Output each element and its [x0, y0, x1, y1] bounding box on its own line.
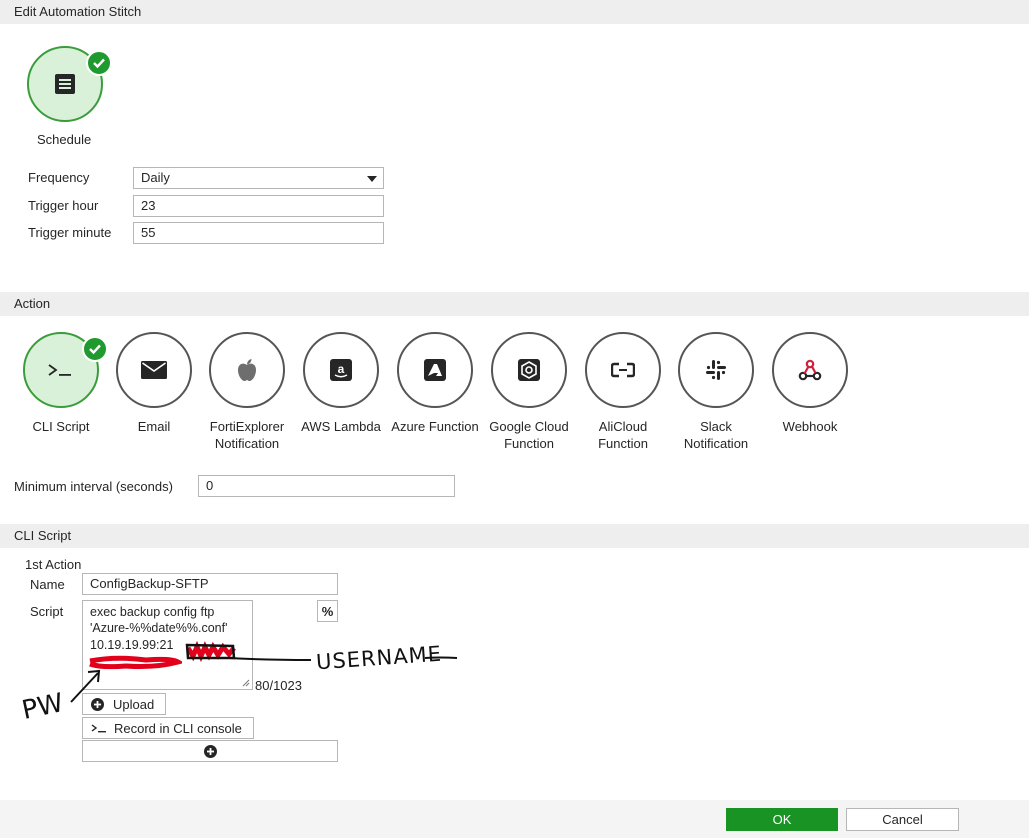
action-label-cli-script: CLI Script	[32, 419, 90, 434]
action-label-aws-lambda: AWS Lambda	[301, 419, 381, 434]
schedule-icon	[55, 74, 75, 94]
variable-percent-button[interactable]: %	[317, 600, 338, 622]
apple-icon	[238, 359, 256, 381]
action-number-title: 1st Action	[25, 557, 82, 572]
action-label-google-cloud-function: Google Cloud Function	[489, 419, 569, 451]
trigger-minute-label: Trigger minute	[28, 225, 112, 240]
action-google-cloud-function-button[interactable]	[491, 332, 567, 408]
trigger-minute-input[interactable]: 55	[133, 222, 384, 244]
frequency-value: Daily	[141, 170, 170, 185]
action-label-azure-function: Azure Function	[391, 419, 479, 434]
action-section-title: Action	[14, 296, 51, 311]
amazon-icon: a	[330, 359, 352, 381]
trigger-hour-input[interactable]: 23	[133, 195, 384, 217]
azure-icon	[424, 359, 446, 381]
trigger-hour-label: Trigger hour	[28, 198, 99, 213]
annotation-arrow-pw	[70, 669, 101, 703]
slack-icon	[706, 360, 726, 380]
action-label-slack-notification: Slack Notification	[683, 419, 749, 451]
chevron-down-icon	[367, 176, 377, 182]
trigger-name: Schedule	[37, 132, 92, 147]
frequency-select[interactable]: Daily	[133, 167, 384, 189]
record-button-label: Record in CLI console	[114, 720, 242, 736]
action-label-webhook: Webhook	[782, 419, 838, 434]
trigger-selected-check-icon	[86, 50, 112, 76]
script-line: exec backup config ftp	[90, 605, 215, 619]
window-title-bar: Edit Automation Stitch	[0, 0, 1029, 24]
script-label: Script	[30, 604, 64, 619]
envelope-icon	[141, 361, 167, 379]
action-label-fortiexplorer: FortiExplorer Notification	[209, 419, 285, 451]
action-azure-function-button[interactable]	[397, 332, 473, 408]
alicloud-icon	[611, 362, 635, 378]
webhook-icon	[798, 359, 822, 381]
name-label: Name	[30, 577, 65, 592]
min-interval-input[interactable]: 0	[198, 475, 455, 497]
action-label-email: Email	[137, 419, 171, 434]
annotation-pw-text: PW	[19, 688, 67, 726]
plus-circle-icon	[203, 744, 217, 758]
action-alicloud-function-button[interactable]	[585, 332, 661, 408]
frequency-label: Frequency	[28, 170, 90, 185]
action-section-header: Action	[0, 292, 1029, 316]
cli-script-section-title: CLI Script	[14, 528, 72, 543]
script-line: 'Azure-%%date%%.conf'	[90, 621, 228, 635]
google-cloud-icon	[518, 359, 540, 381]
name-input[interactable]: ConfigBackup-SFTP	[82, 573, 338, 595]
upload-button-label: Upload	[113, 696, 155, 712]
svg-text:a: a	[338, 362, 345, 376]
cli-script-section-header: CLI Script	[0, 524, 1029, 548]
cancel-button[interactable]: Cancel	[846, 808, 959, 831]
action-label-alicloud-function: AliCloud Function	[598, 419, 648, 451]
action-selected-check-icon	[82, 336, 108, 362]
ok-button[interactable]: OK	[726, 808, 838, 831]
textarea-resize-handle-icon[interactable]	[240, 677, 250, 687]
min-interval-label: Minimum interval (seconds)	[14, 479, 173, 494]
add-action-button[interactable]	[82, 740, 338, 762]
percent-button-label: %	[321, 603, 334, 619]
terminal-icon	[91, 724, 106, 733]
action-webhook-button[interactable]	[772, 332, 848, 408]
action-slack-notification-button[interactable]	[678, 332, 754, 408]
action-email-button[interactable]	[116, 332, 192, 408]
script-char-count: 80/1023	[255, 678, 302, 693]
terminal-icon	[48, 364, 71, 376]
action-aws-lambda-button[interactable]: a	[303, 332, 379, 408]
script-line: 10.19.19.99:21	[90, 638, 174, 652]
window-title: Edit Automation Stitch	[14, 4, 142, 19]
record-in-cli-console-button[interactable]: Record in CLI console	[82, 717, 254, 739]
action-fortiexplorer-button[interactable]	[209, 332, 285, 408]
